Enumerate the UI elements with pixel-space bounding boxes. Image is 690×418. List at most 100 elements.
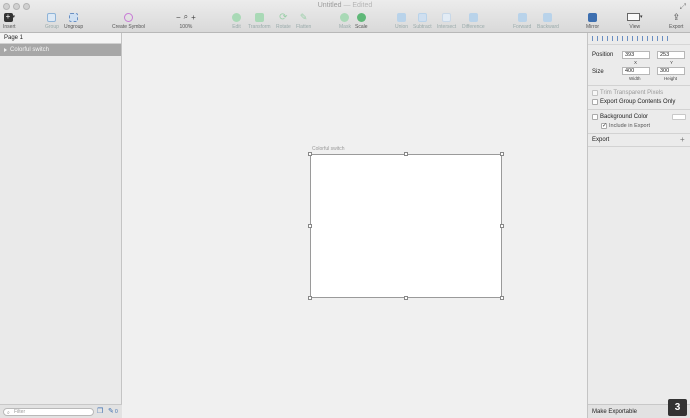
- mask-icon: [340, 12, 350, 22]
- x-label: X: [634, 60, 638, 65]
- x-position-input[interactable]: 393: [622, 51, 650, 59]
- intersect-icon: [442, 12, 452, 22]
- layer-item[interactable]: Colorful switch: [0, 44, 121, 56]
- symbol-icon: [124, 12, 134, 22]
- resize-handle[interactable]: [500, 224, 504, 228]
- subtract-button[interactable]: Subtract: [413, 11, 432, 31]
- ungroup-icon: [69, 12, 79, 22]
- inspector-panel: Position 393 253 X Y Size 400 300 Width …: [587, 33, 690, 418]
- notification-badge: 3: [668, 399, 687, 416]
- mirror-button[interactable]: Mirror: [586, 11, 599, 31]
- resize-handle[interactable]: [404, 152, 408, 156]
- height-label: Height: [664, 76, 678, 81]
- resize-handle[interactable]: [500, 296, 504, 300]
- canvas[interactable]: Colorful switch: [123, 33, 587, 418]
- background-color-checkbox[interactable]: [592, 114, 598, 120]
- forward-icon: [517, 12, 527, 22]
- insert-button[interactable]: + ▾ Insert: [3, 11, 16, 31]
- width-input[interactable]: 400: [622, 67, 650, 75]
- difference-button[interactable]: Difference: [462, 11, 485, 31]
- export-group-label: Export Group Contents Only: [600, 99, 676, 105]
- union-icon: [397, 12, 407, 22]
- backward-icon: [543, 12, 553, 22]
- edit-button[interactable]: Edit: [232, 11, 241, 31]
- size-label: Size: [592, 69, 604, 75]
- difference-icon: [468, 12, 478, 22]
- resize-handle[interactable]: [500, 152, 504, 156]
- export-section-title: Export: [592, 137, 610, 143]
- rotate-button[interactable]: ⟳ Rotate: [276, 11, 291, 31]
- flatten-icon: ✎: [299, 11, 308, 22]
- flatten-button[interactable]: ✎ Flatten: [296, 11, 311, 31]
- rotate-icon: ⟳: [279, 11, 288, 23]
- layer-count: 0: [115, 409, 118, 415]
- toolbar: Untitled — Edited ⤢ + ▾ Insert Group Ungr…: [0, 0, 690, 33]
- make-exportable-button[interactable]: Make Exportable: [592, 409, 637, 415]
- include-in-export-checkbox[interactable]: [601, 122, 607, 129]
- magnifier-icon: ⌕: [183, 12, 189, 21]
- distribute-horizontal-icon[interactable]: [652, 36, 658, 41]
- zoom-control[interactable]: − ⌕ + 100%: [176, 11, 196, 31]
- edit-icon: [232, 12, 241, 22]
- window-title: Untitled — Edited: [317, 2, 373, 9]
- view-button[interactable]: ▾ View: [627, 11, 643, 31]
- filter-input[interactable]: ⌕ Filter: [3, 408, 94, 416]
- group-button[interactable]: Group: [45, 11, 59, 31]
- resize-handle[interactable]: [308, 224, 312, 228]
- scale-button[interactable]: Scale: [355, 11, 368, 31]
- group-icon: [47, 12, 57, 22]
- export-button[interactable]: ⇪ Export: [669, 11, 683, 31]
- layer-label: Colorful switch: [10, 47, 50, 53]
- plus-icon: +: [3, 12, 13, 22]
- mirror-icon: [588, 12, 598, 22]
- align-left-icon[interactable]: [592, 36, 598, 41]
- view-icon: [627, 13, 640, 21]
- y-label: Y: [670, 60, 674, 65]
- page-selector[interactable]: Page 1: [0, 33, 121, 44]
- background-color-swatch[interactable]: [672, 114, 686, 120]
- height-input[interactable]: 300: [657, 67, 685, 75]
- background-color-label: Background Color: [600, 114, 649, 120]
- transform-icon: [254, 12, 264, 22]
- align-right-icon[interactable]: [612, 36, 618, 41]
- scale-icon: [356, 12, 366, 22]
- resize-handle[interactable]: [308, 296, 312, 300]
- zoom-level: 100%: [179, 24, 193, 30]
- pencil-icon[interactable]: ✎: [108, 407, 114, 415]
- disclosure-triangle-icon[interactable]: [4, 48, 7, 52]
- artboard-label[interactable]: Colorful switch: [312, 146, 345, 152]
- forward-button[interactable]: Forward: [513, 11, 531, 31]
- backward-button[interactable]: Backward: [537, 11, 559, 31]
- align-top-icon[interactable]: [622, 36, 628, 41]
- share-icon: ⇪: [672, 11, 680, 22]
- layers-panel: Page 1 Colorful switch ⌕ Filter ❐ ✎ 0: [0, 33, 122, 418]
- layers-filter-bar: ⌕ Filter ❐ ✎ 0: [0, 404, 122, 418]
- position-label: Position: [592, 52, 614, 58]
- zoom-out-button[interactable]: −: [176, 13, 181, 22]
- artboard[interactable]: [308, 152, 504, 300]
- y-position-input[interactable]: 253: [657, 51, 685, 59]
- trim-transparent-label: Trim Transparent Pixels: [600, 90, 664, 96]
- subtract-icon: [417, 12, 427, 22]
- union-button[interactable]: Union: [395, 11, 408, 31]
- mask-button[interactable]: Mask: [339, 11, 351, 31]
- resize-handle[interactable]: [404, 296, 408, 300]
- create-symbol-button[interactable]: Create Symbol: [112, 11, 145, 31]
- intersect-button[interactable]: Intersect: [437, 11, 456, 31]
- zoom-in-button[interactable]: +: [191, 13, 196, 22]
- transform-button[interactable]: Transform: [248, 11, 271, 31]
- resize-handle[interactable]: [308, 152, 312, 156]
- export-group-checkbox[interactable]: [592, 99, 598, 105]
- alignment-toolbar: [588, 33, 690, 45]
- ungroup-button[interactable]: Ungroup: [64, 11, 83, 31]
- include-in-export-label: Include in Export: [609, 123, 650, 129]
- align-bottom-icon[interactable]: [642, 36, 648, 41]
- trim-transparent-checkbox[interactable]: [592, 90, 598, 96]
- align-center-icon[interactable]: [602, 36, 608, 41]
- search-icon: ⌕: [7, 410, 10, 416]
- width-label: Width: [629, 76, 641, 81]
- align-middle-icon[interactable]: [632, 36, 638, 41]
- copy-icon[interactable]: ❐: [97, 407, 103, 415]
- distribute-vertical-icon[interactable]: [662, 36, 668, 41]
- add-export-button[interactable]: +: [680, 135, 685, 144]
